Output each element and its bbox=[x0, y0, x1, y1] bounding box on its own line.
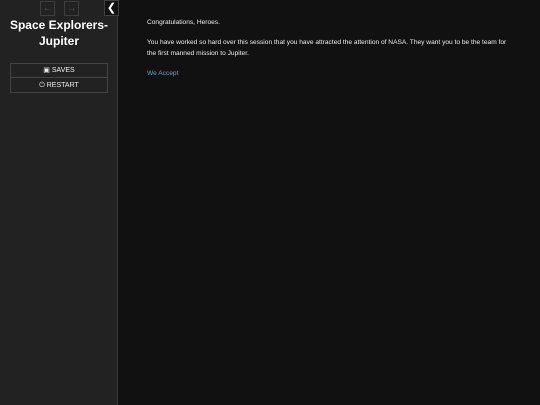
restart-label: RESTART bbox=[46, 81, 79, 89]
power-icon: ⏻ bbox=[39, 81, 45, 89]
saves-label: SAVES bbox=[51, 67, 75, 74]
arrow-left-icon: ← bbox=[42, 3, 53, 14]
chevron-left-icon: ❮ bbox=[106, 2, 117, 14]
story-title: Space Explorers-Jupiter bbox=[9, 18, 109, 48]
passage: Congratulations, Heroes. You have worked… bbox=[147, 17, 517, 88]
arrow-right-icon: → bbox=[66, 3, 77, 14]
history-back-button[interactable]: ← bbox=[40, 1, 55, 16]
save-icon: ▣ bbox=[43, 67, 50, 74]
sidebar-toggle-button[interactable]: ❮ bbox=[104, 0, 119, 16]
restart-button[interactable]: ⏻ RESTART bbox=[10, 78, 108, 93]
saves-button[interactable]: ▣ SAVES bbox=[10, 63, 108, 78]
we-accept-link[interactable]: We Accept bbox=[147, 68, 178, 79]
passage-body: You have worked so hard over this sessio… bbox=[147, 39, 507, 57]
passage-greeting: Congratulations, Heroes. bbox=[147, 19, 220, 26]
story-app: ← → ❮ Space Explorers-Jupiter ▣ SAVES ⏻ … bbox=[0, 0, 540, 405]
history-forward-button[interactable]: → bbox=[64, 1, 79, 16]
ui-sidebar: ← → ❮ Space Explorers-Jupiter ▣ SAVES ⏻ … bbox=[0, 0, 119, 405]
